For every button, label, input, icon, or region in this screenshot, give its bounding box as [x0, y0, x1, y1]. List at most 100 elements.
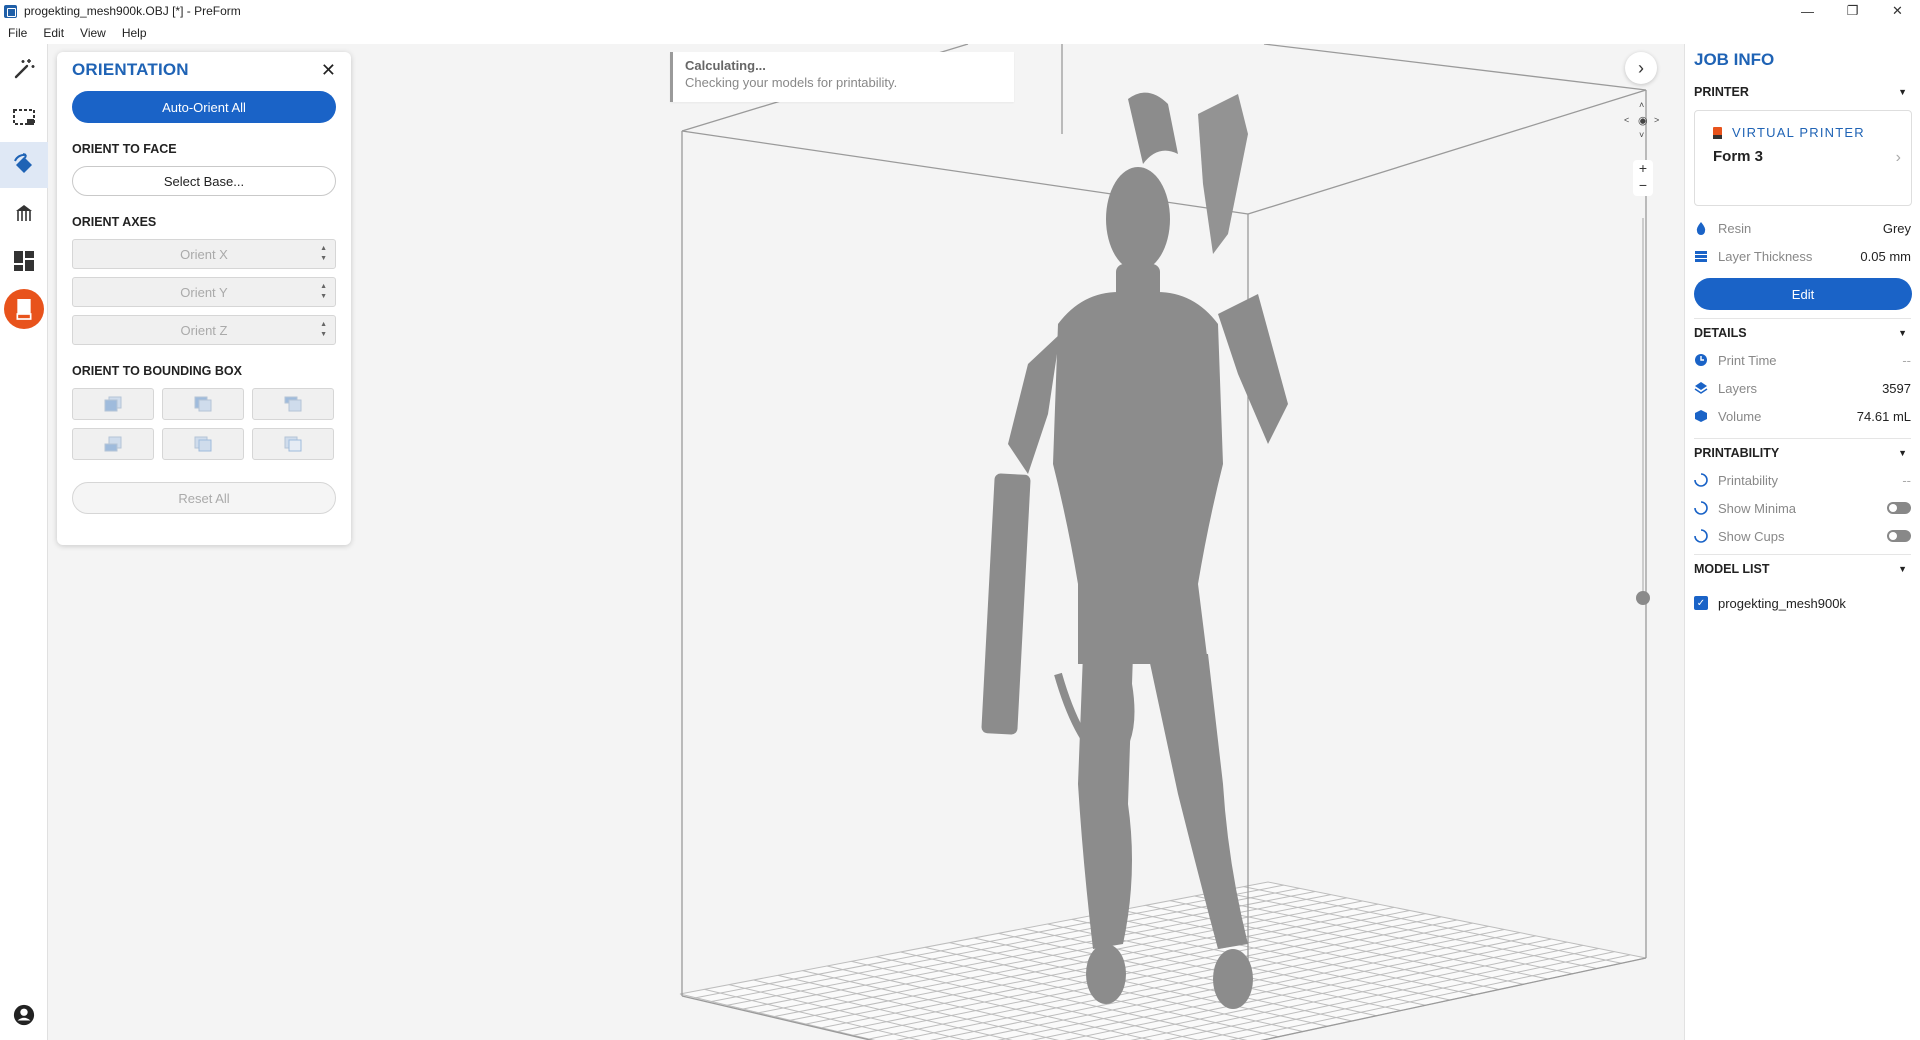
loading-spinner-icon: [1694, 501, 1708, 515]
model-list-section-header[interactable]: MODEL LIST ▼: [1694, 554, 1911, 582]
menu-view[interactable]: View: [72, 26, 114, 40]
pan-up-icon[interactable]: ˄: [1639, 100, 1644, 110]
layers-row: Layers 3597: [1694, 374, 1911, 402]
model-checkbox[interactable]: ✓: [1694, 596, 1708, 610]
bbox-face-button[interactable]: [252, 428, 334, 460]
supports-tool[interactable]: [0, 190, 48, 236]
volume-row: Volume 74.61 mL: [1694, 402, 1911, 430]
minimize-icon[interactable]: —: [1785, 0, 1830, 22]
orient-y-input[interactable]: Orient Y ▲ ▼: [72, 277, 336, 307]
printability-section-header[interactable]: PRINTABILITY ▼: [1694, 438, 1911, 466]
chevron-right-icon: ›: [1638, 57, 1644, 78]
build-plate: [679, 881, 1647, 1040]
caret-down-icon: ▼: [1898, 447, 1907, 458]
bbox-face-button[interactable]: [162, 388, 244, 420]
orientation-panel: ORIENTATION ✕ Auto-Orient All ORIENT TO …: [57, 52, 351, 545]
printer-icon: [1713, 126, 1722, 139]
edit-printer-button[interactable]: Edit: [1694, 278, 1912, 310]
bbox-face-button[interactable]: [72, 388, 154, 420]
layer-slider-handle[interactable]: [1636, 591, 1650, 605]
select-base-button[interactable]: Select Base...: [72, 166, 336, 196]
auto-orient-button[interactable]: Auto-Orient All: [72, 91, 336, 123]
reset-all-button[interactable]: Reset All: [72, 482, 336, 514]
model-list-section-label: MODEL LIST: [1694, 561, 1770, 576]
model-list-item[interactable]: ✓ progekting_mesh900k: [1694, 588, 1911, 618]
pan-left-icon[interactable]: ˂: [1624, 115, 1629, 125]
model-figure: [981, 92, 1288, 1009]
job-info-title: JOB INFO: [1694, 50, 1775, 69]
model-name: progekting_mesh900k: [1718, 595, 1846, 611]
app-icon: [4, 4, 17, 18]
close-window-icon[interactable]: ✕: [1875, 0, 1920, 22]
status-title: Calculating...: [685, 58, 766, 73]
orient-z-input[interactable]: Orient Z ▲ ▼: [72, 315, 336, 345]
spinner-arrows-icon[interactable]: ▲ ▼: [320, 320, 327, 340]
details-section-header[interactable]: DETAILS ▼: [1694, 318, 1911, 346]
thickness-value: 0.05 mm: [1860, 248, 1911, 264]
chevron-right-icon: ›: [1895, 149, 1901, 166]
clock-icon: [1695, 354, 1707, 366]
menu-file[interactable]: File: [0, 26, 35, 40]
printability-label: Printability: [1718, 472, 1778, 488]
orient-x-label: Orient X: [180, 246, 228, 262]
close-icon[interactable]: ✕: [321, 60, 336, 81]
show-minima-toggle[interactable]: [1887, 502, 1911, 514]
magic-wand-icon: [14, 59, 35, 79]
orient-face-heading: ORIENT TO FACE: [72, 142, 177, 156]
cube-face-icon: [194, 396, 212, 412]
account-button[interactable]: [0, 992, 48, 1038]
orient-axes-heading: ORIENT AXES: [72, 215, 157, 229]
details-section-label: DETAILS: [1694, 325, 1747, 340]
layout-icon: [14, 251, 34, 271]
caret-down-icon: ▼: [1898, 87, 1907, 97]
eye-icon[interactable]: ◉: [1638, 114, 1648, 127]
thickness-label: Layer Thickness: [1718, 248, 1813, 264]
bbox-face-button[interactable]: [162, 428, 244, 460]
cube-face-icon: [284, 436, 302, 452]
layout-tool[interactable]: [0, 238, 48, 284]
printer-card[interactable]: VIRTUAL PRINTER Form 3 ›: [1694, 110, 1912, 206]
layer-thickness-row: Layer Thickness 0.05 mm: [1694, 242, 1911, 270]
status-message: Checking your models for printability.: [685, 75, 898, 90]
left-toolbar: [0, 44, 48, 1040]
bbox-face-button[interactable]: [72, 428, 154, 460]
bbox-face-button[interactable]: [252, 388, 334, 420]
resin-value: Grey: [1882, 220, 1911, 236]
printer-section-header[interactable]: PRINTER ▼: [1694, 78, 1911, 106]
print-time-value: --: [1902, 352, 1911, 368]
window-controls: — ❐ ✕: [1785, 0, 1920, 22]
orient-x-input[interactable]: Orient X ▲ ▼: [72, 239, 336, 269]
caret-down-icon: ▼: [1898, 327, 1907, 338]
zoom-out-icon[interactable]: −: [1633, 177, 1653, 194]
orientation-tool[interactable]: [0, 142, 48, 188]
print-tool[interactable]: [0, 286, 48, 332]
cube-face-icon: [284, 396, 302, 412]
account-icon: [13, 1004, 35, 1026]
pan-right-icon[interactable]: ˃: [1654, 115, 1659, 125]
layer-thickness-icon: [1695, 251, 1707, 262]
spinner-arrows-icon[interactable]: ▲ ▼: [320, 282, 327, 302]
orient-y-label: Orient Y: [180, 284, 228, 300]
cube-face-icon: [194, 436, 212, 452]
volume-icon: [1695, 410, 1707, 422]
resin-label: Resin: [1718, 220, 1752, 236]
zoom-in-icon[interactable]: +: [1633, 160, 1653, 177]
volume-value: 74.61 mL: [1856, 408, 1911, 424]
restore-icon[interactable]: ❐: [1830, 0, 1875, 22]
printability-value: --: [1902, 472, 1911, 488]
spinner-arrows-icon[interactable]: ▲ ▼: [320, 244, 327, 264]
view-navigation-pad[interactable]: ˄ ˂ ◉ ˃ ˅: [1620, 100, 1664, 146]
menu-edit[interactable]: Edit: [35, 26, 72, 40]
show-cups-label: Show Cups: [1718, 528, 1785, 544]
menu-help[interactable]: Help: [114, 26, 155, 40]
show-cups-toggle[interactable]: [1887, 530, 1911, 542]
volume-label: Volume: [1718, 408, 1762, 424]
layer-slider-track[interactable]: [1642, 218, 1644, 596]
supports-icon: [16, 205, 32, 221]
select-tool[interactable]: [0, 94, 48, 140]
magic-wand-tool[interactable]: [0, 46, 48, 92]
show-cups-row: Show Cups: [1694, 522, 1911, 550]
expand-panel-button[interactable]: ›: [1625, 52, 1657, 84]
pan-down-icon[interactable]: ˅: [1639, 130, 1644, 140]
layers-label: Layers: [1718, 380, 1758, 396]
